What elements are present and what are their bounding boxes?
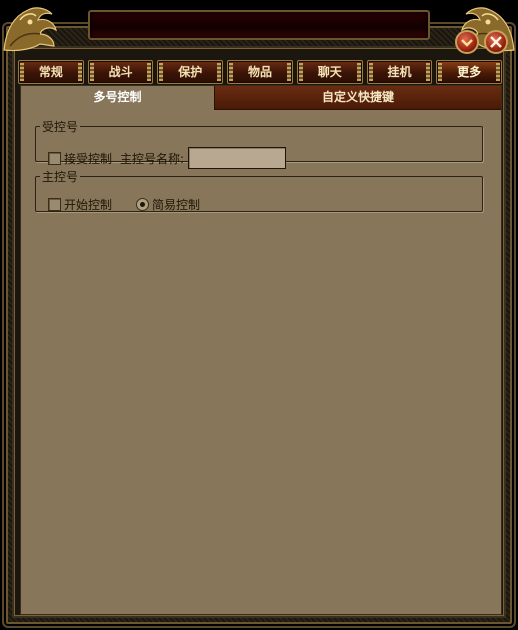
master-group: 主控号 开始控制 简易控制 — [35, 168, 483, 212]
tab-more[interactable]: 更多 — [436, 60, 503, 84]
accept-control-checkbox[interactable] — [48, 151, 61, 165]
simple-control-radio[interactable] — [136, 198, 150, 211]
controlled-group: 受控号 接受控制 主控号名称: — [35, 118, 483, 169]
tab-items[interactable]: 物品 — [227, 60, 293, 84]
master-name-input[interactable] — [188, 147, 287, 169]
accept-control-label: 接受控制 — [64, 151, 113, 166]
tab-general[interactable]: 常规 — [18, 60, 84, 84]
controlled-group-legend: 受控号 — [42, 120, 79, 134]
tab-combat[interactable]: 战斗 — [87, 60, 154, 84]
dragon-ornament-left-icon — [3, 7, 57, 52]
controlled-row: 接受控制 主控号名称: — [48, 147, 287, 169]
minimize-button[interactable] — [455, 30, 479, 54]
master-group-legend: 主控号 — [42, 170, 79, 184]
simple-control-label: 简易控制 — [152, 198, 201, 212]
chevron-down-icon — [461, 39, 473, 47]
tab-autoplay[interactable]: 挂机 — [366, 60, 433, 84]
start-control-checkbox[interactable] — [48, 198, 61, 211]
tab-protection[interactable]: 保护 — [157, 60, 224, 84]
start-control-label: 开始控制 — [64, 198, 113, 212]
close-icon — [490, 36, 502, 48]
subtab-multi-control[interactable]: 多号控制 — [21, 86, 214, 110]
main-tab-bar: 常规 战斗 保护 物品 聊天 挂机 更多 — [18, 60, 503, 84]
master-row: 开始控制 简易控制 — [48, 196, 200, 213]
subtab-custom-hotkeys[interactable]: 自定义快捷键 — [214, 86, 501, 110]
title-bar[interactable] — [88, 10, 430, 40]
radio-selected-dot — [140, 202, 146, 207]
tab-chat[interactable]: 聊天 — [296, 60, 363, 84]
sub-tab-bar: 多号控制 自定义快捷键 — [21, 86, 501, 110]
content-panel: 多号控制 自定义快捷键 受控号 接受控制 主控号名称: 主控号 开始控制 简易控… — [20, 85, 502, 615]
master-name-label: 主控号名称: — [120, 151, 185, 166]
close-button[interactable] — [484, 30, 508, 54]
